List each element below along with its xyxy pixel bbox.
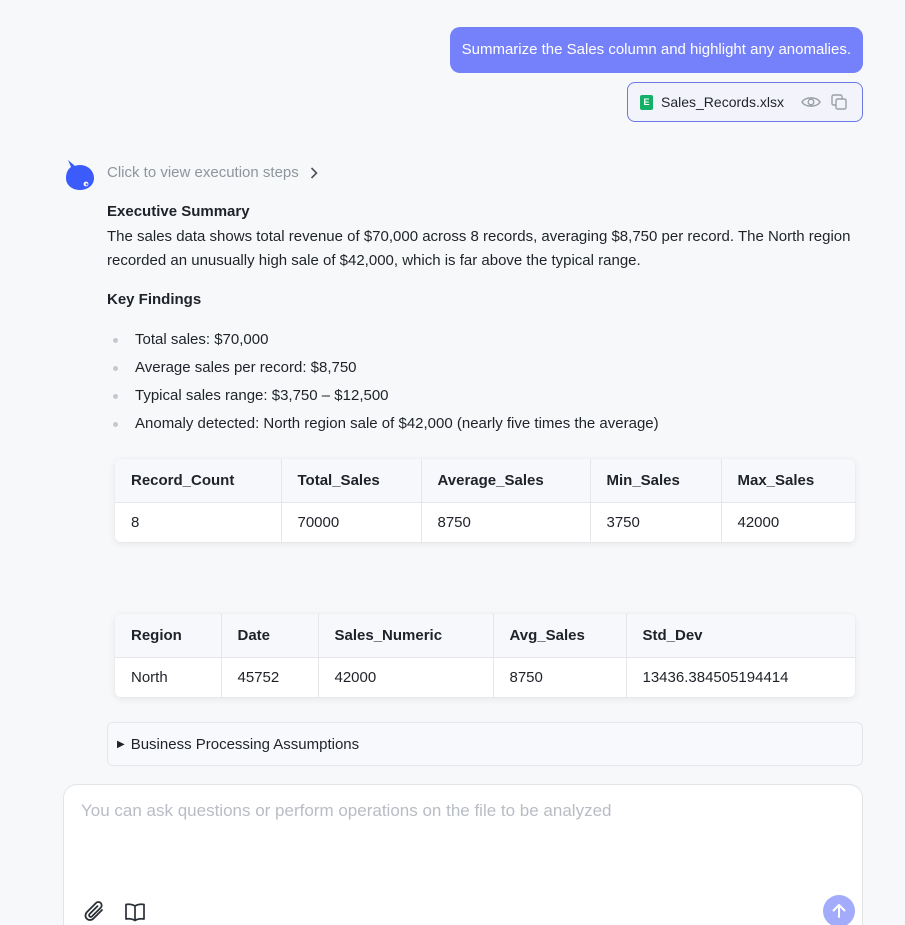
executive-summary-heading: Executive Summary [107,203,250,220]
assistant-avatar [65,157,95,191]
table-cell: 8750 [493,657,627,697]
table-cell: 8 [115,502,282,542]
copy-icon[interactable] [828,92,850,112]
summary-table: Record_Count Total_Sales Average_Sales M… [115,459,855,542]
column-header: Std_Dev [626,614,855,658]
execution-steps-label: Click to view execution steps [107,164,299,181]
chevron-right-icon [309,166,319,180]
key-findings-heading: Key Findings [107,291,202,308]
execution-steps-toggle[interactable]: Click to view execution steps [107,164,319,181]
chat-input-box [63,784,863,925]
list-item: Total sales: $70,000 [107,326,659,354]
attachment-file-name: Sales_Records.xlsx [661,94,784,110]
table-cell: North [115,657,222,697]
paperclip-icon[interactable] [82,899,108,925]
executive-summary-text: The sales data shows total revenue of $7… [107,228,851,269]
column-header: Max_Sales [721,459,855,503]
anomaly-table: Region Date Sales_Numeric Avg_Sales Std_… [115,614,855,697]
column-header: Average_Sales [421,459,591,503]
column-header: Avg_Sales [493,614,627,658]
table-cell: 13436.384505194414 [626,657,855,697]
table-cell: 3750 [590,502,722,542]
arrow-up-icon [832,904,846,918]
column-header: Region [115,614,222,658]
column-header: Min_Sales [590,459,722,503]
table-cell: 70000 [281,502,422,542]
list-item: Average sales per record: $8,750 [107,354,659,382]
table-header-row: Record_Count Total_Sales Average_Sales M… [115,459,855,503]
attachment-chip[interactable]: E Sales_Records.xlsx [627,82,863,122]
list-item: Typical sales range: $3,750 – $12,500 [107,382,659,410]
table-cell: 45752 [221,657,319,697]
triangle-right-icon: ▶ [117,738,125,750]
table-row: North 45752 42000 8750 13436.38450519441… [115,657,855,697]
column-header: Sales_Numeric [318,614,494,658]
table-cell: 42000 [721,502,855,542]
table-header-row: Region Date Sales_Numeric Avg_Sales Std_… [115,614,855,658]
book-icon[interactable] [123,900,147,924]
list-item: Anomaly detected: North region sale of $… [107,410,659,438]
chat-input[interactable] [81,801,841,881]
table-cell: 42000 [318,657,494,697]
business-assumptions-toggle[interactable]: ▶ Business Processing Assumptions [107,722,863,766]
business-assumptions-label: Business Processing Assumptions [130,735,360,753]
table-row: 8 70000 8750 3750 42000 [115,502,855,542]
excel-file-icon: E [640,94,653,110]
chat-page: Summarize the Sales column and highlight… [0,0,905,925]
table-cell: 8750 [421,502,591,542]
column-header: Date [221,614,319,658]
column-header: Record_Count [115,459,282,503]
user-message-bubble: Summarize the Sales column and highlight… [449,27,863,73]
eye-icon[interactable] [800,92,822,112]
key-findings-list: Total sales: $70,000 Average sales per r… [107,326,659,438]
column-header: Total_Sales [281,459,422,503]
send-button[interactable] [823,895,855,925]
